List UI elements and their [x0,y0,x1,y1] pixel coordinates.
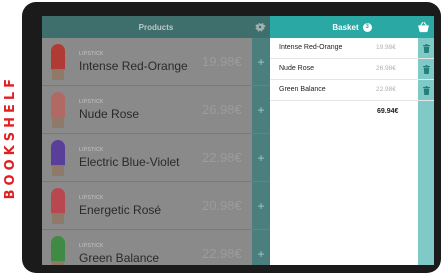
lipstick-base [52,165,64,176]
lipstick-base [52,69,64,80]
lipstick-image [51,140,65,176]
product-name: Intense Red-Orange [79,59,188,73]
product-price: 19.98€ [202,54,242,69]
add-to-basket-button[interactable]: + [252,86,270,133]
basket-panel: Basket 3 Intense Red-Orange 19.98€ Nude … [270,16,434,265]
products-title: Products [138,22,174,32]
product-category: LIPSTICK [79,195,104,201]
lipstick-base [52,261,64,265]
lipstick-image [51,236,65,265]
lipstick-base [52,117,64,128]
basket-count-badge: 3 [362,22,372,32]
product-row[interactable]: LIPSTICK Energetic Rosé 20.98€ + [42,182,270,230]
lipstick-image [51,188,65,224]
product-name: Energetic Rosé [79,203,162,217]
basket-item: Green Balance 22.98€ [270,80,434,101]
product-list: LIPSTICK Intense Red-Orange 19.98€ + LIP… [42,38,270,265]
basket-item-name: Nude Rose [279,65,315,72]
lipstick-cap [51,44,65,70]
lipstick-image [51,92,65,128]
product-name: Green Balance [79,251,160,265]
basket-item-name: Intense Red-Orange [279,44,343,51]
remove-item-button[interactable] [418,59,434,79]
remove-item-button[interactable] [418,38,434,58]
product-name: Nude Rose [79,107,140,121]
trash-icon [422,85,430,95]
basket-item: Nude Rose 26.98€ [270,59,434,80]
product-price: 20.98€ [202,198,242,213]
add-to-basket-button[interactable]: + [252,38,270,85]
basket-action-strip [418,101,434,265]
basket-item-price: 26.98€ [376,65,396,72]
product-price: 22.98€ [202,150,242,165]
product-row[interactable]: LIPSTICK Nude Rose 26.98€ + [42,86,270,134]
basket-header: Basket 3 [270,16,434,38]
basket-icon[interactable] [417,21,430,33]
add-to-basket-button[interactable]: + [252,182,270,229]
basket-item-price: 22.98€ [376,86,396,93]
product-row[interactable]: LIPSTICK Electric Blue-Violet 22.98€ + [42,134,270,182]
basket-item: Intense Red-Orange 19.98€ [270,38,434,59]
basket-title: Basket [332,22,359,32]
add-to-basket-button[interactable]: + [252,134,270,181]
product-name: Electric Blue-Violet [79,155,180,169]
trash-icon [422,64,430,74]
basket-list: Intense Red-Orange 19.98€ Nude Rose 26.9… [270,38,434,101]
side-label: BOOKSHELF [2,75,18,200]
lipstick-cap [51,188,65,214]
product-price: 26.98€ [202,102,242,117]
product-category: LIPSTICK [79,147,104,153]
add-to-basket-button[interactable]: + [252,230,270,265]
basket-total: 69.94€ [377,108,399,115]
product-category: LIPSTICK [79,51,104,57]
remove-item-button[interactable] [418,80,434,100]
products-panel: Products LIPSTICK Intense Red-Orange 19.… [42,16,270,265]
basket-item-price: 19.98€ [376,44,396,51]
lipstick-cap [51,140,65,166]
products-header: Products [42,16,270,38]
lipstick-cap [51,236,65,262]
product-price: 22.98€ [202,246,242,261]
trash-icon [422,43,430,53]
app-screen: Products LIPSTICK Intense Red-Orange 19.… [42,16,434,265]
product-category: LIPSTICK [79,99,104,105]
basket-item-name: Green Balance [279,86,326,93]
product-row[interactable]: LIPSTICK Intense Red-Orange 19.98€ + [42,38,270,86]
lipstick-cap [51,92,65,118]
lipstick-base [52,213,64,224]
product-row[interactable]: LIPSTICK Green Balance 22.98€ + [42,230,270,265]
product-category: LIPSTICK [79,243,104,249]
gear-icon[interactable] [254,21,266,33]
lipstick-image [51,44,65,80]
